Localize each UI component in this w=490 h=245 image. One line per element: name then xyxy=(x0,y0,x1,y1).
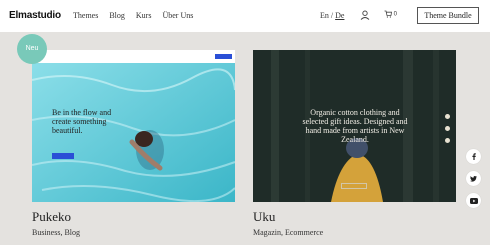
twitter-icon xyxy=(470,175,477,182)
theme-title-pukeko[interactable]: Pukeko xyxy=(32,209,71,225)
preview-dot xyxy=(445,126,450,131)
cart-button[interactable]: 0 xyxy=(384,10,397,18)
facebook-icon xyxy=(471,153,476,160)
nav-item-ueber-uns[interactable]: Über Uns xyxy=(162,11,193,20)
theme-categories-uku: Magazin, Ecommerce xyxy=(253,228,324,237)
site-logo[interactable]: Elmastudio xyxy=(9,10,61,21)
theme-preview-uku[interactable]: Organic cotton clothing and selected gif… xyxy=(253,50,456,202)
cart-count: 0 xyxy=(393,11,398,18)
theme-categories-pukeko: Business, Blog xyxy=(32,228,81,237)
user-icon[interactable] xyxy=(360,10,370,20)
theme-title-uku[interactable]: Uku xyxy=(253,209,275,225)
cart-icon xyxy=(384,10,392,18)
site-header: Elmastudio Themes Blog Kurs Über Uns En … xyxy=(0,0,490,32)
twitter-button[interactable] xyxy=(466,171,481,186)
nav-item-blog[interactable]: Blog xyxy=(109,11,125,20)
preview-heading: Be in the flow and create something beau… xyxy=(52,108,112,135)
nav-item-kurs[interactable]: Kurs xyxy=(136,11,152,20)
theme-preview-pukeko[interactable]: Be in the flow and create something beau… xyxy=(32,50,235,202)
main-nav: Themes Blog Kurs Über Uns xyxy=(73,11,202,20)
lang-separator: / xyxy=(330,11,334,20)
preview-nav-bar xyxy=(32,50,235,63)
youtube-icon xyxy=(469,197,478,204)
language-switcher: En / De xyxy=(320,11,344,20)
preview-dot xyxy=(445,114,450,119)
new-badge: Neu xyxy=(17,34,47,64)
preview-cta xyxy=(52,153,74,159)
youtube-button[interactable] xyxy=(466,193,481,208)
lang-de[interactable]: De xyxy=(335,11,344,20)
theme-bundle-button[interactable]: Theme Bundle xyxy=(417,7,479,24)
lang-en[interactable]: En xyxy=(320,11,329,20)
preview-cta xyxy=(341,183,367,189)
nav-item-themes[interactable]: Themes xyxy=(73,11,98,20)
preview-heading: Organic cotton clothing and selected gif… xyxy=(302,108,408,144)
facebook-button[interactable] xyxy=(466,149,481,164)
preview-dot xyxy=(445,138,450,143)
